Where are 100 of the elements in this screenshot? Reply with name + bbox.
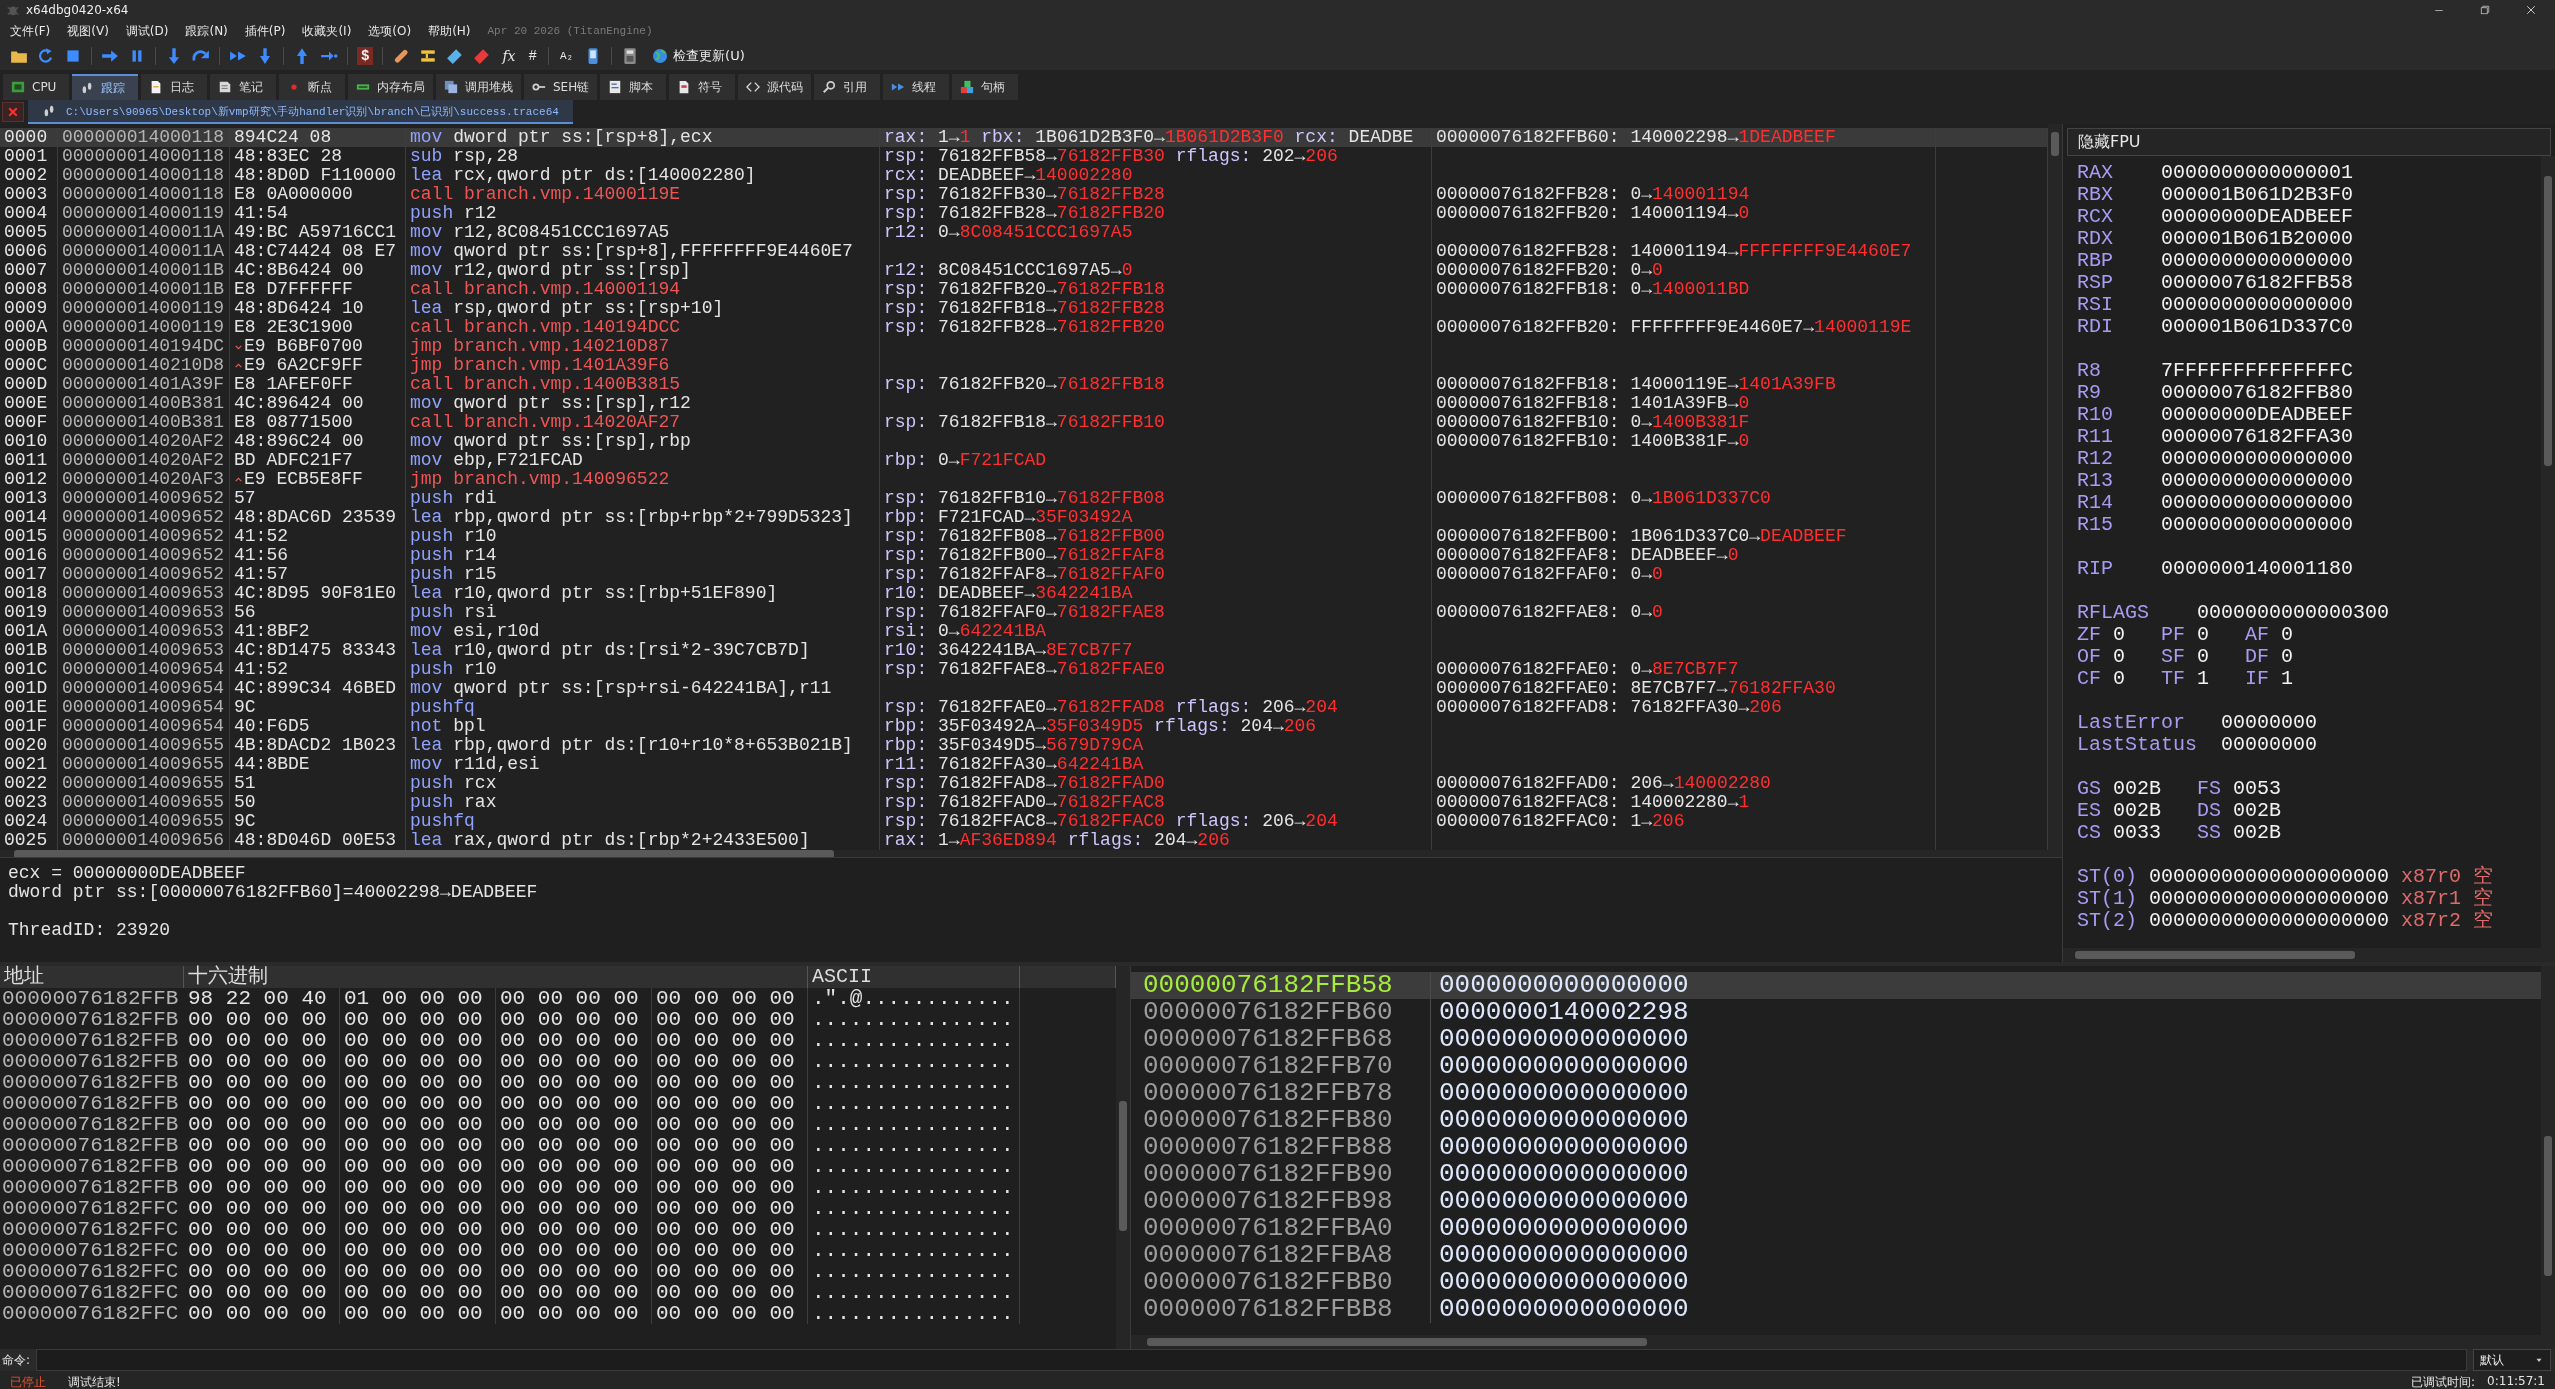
column-header[interactable]: 十六进制 (184, 966, 808, 988)
stack-row[interactable]: 00000076182FFB90 0000000000000000 (1131, 1161, 2541, 1188)
register-value[interactable]: 0 (2113, 668, 2125, 690)
register-value[interactable]: 002B (2233, 822, 2282, 844)
horizontal-scrollbar[interactable] (2063, 948, 2555, 962)
register-value[interactable]: 0000000000000000 (2161, 448, 2354, 470)
check-update-button[interactable]: 检查更新(U) (648, 47, 749, 65)
register-value[interactable]: 002B (2113, 800, 2161, 822)
hash-button[interactable]: # (526, 47, 539, 65)
tab[interactable]: 跟踪 (72, 74, 138, 100)
menu-item[interactable]: 跟踪(N) (185, 22, 228, 40)
register-value[interactable]: 00000000 (2221, 734, 2318, 756)
stack-row[interactable]: 00000076182FFB68 0000000000000000 (1131, 1026, 2541, 1053)
tab[interactable]: 源代码 (738, 74, 812, 100)
register-value[interactable]: 1 (2197, 668, 2209, 690)
stack-row[interactable]: 00000076182FFB70 0000000000000000 (1131, 1053, 2541, 1080)
menu-item[interactable]: 收藏夹(I) (302, 22, 352, 40)
register-value[interactable]: 000001B061B20000 (2161, 228, 2354, 250)
tab[interactable]: 调用堆栈 (436, 74, 521, 100)
stack-row[interactable]: 00000076182FFB98 0000000000000000 (1131, 1188, 2541, 1215)
close-tab-button[interactable] (2, 102, 24, 122)
menu-item[interactable]: 插件(P) (244, 22, 286, 40)
register-value[interactable]: 000001B061D2B3F0 (2161, 184, 2354, 206)
register-value[interactable]: 1 (2281, 668, 2293, 690)
stack-row[interactable]: 00000076182FFBA0 0000000000000000 (1131, 1215, 2541, 1242)
register-value[interactable]: 000001B061D337C0 (2161, 316, 2354, 338)
register-value[interactable]: 00000000000000000000 (2149, 910, 2390, 932)
tab[interactable]: 内存布局 (348, 74, 433, 100)
stack-row[interactable]: 00000076182FFBB0 0000000000000000 (1131, 1269, 2541, 1296)
tab[interactable]: 句柄 (952, 74, 1019, 100)
list-icon[interactable] (419, 47, 438, 65)
register-value[interactable]: 00000000000000000000 (2149, 888, 2390, 910)
tab[interactable]: 符号 (669, 74, 736, 100)
menu-item[interactable]: 文件(F) (10, 22, 51, 40)
menu-item[interactable]: 帮助(H) (428, 22, 471, 40)
mode-dropdown[interactable]: 默认 (2473, 1349, 2551, 1371)
register-value[interactable]: 00000076182FFB58 (2161, 272, 2354, 294)
register-value[interactable]: 0 (2281, 624, 2293, 646)
register-value[interactable]: 0000000000000000 (2161, 250, 2354, 272)
tab[interactable]: 线程 (883, 74, 950, 100)
vertical-scrollbar[interactable] (2048, 124, 2062, 857)
stack-row[interactable]: 00000076182FFBA8 0000000000000000 (1131, 1242, 2541, 1269)
stack-row[interactable]: 00000076182FFB78 0000000000000000 (1131, 1080, 2541, 1107)
stack-row[interactable]: 00000076182FFB58 0000000000000000 (1131, 972, 2541, 999)
register-value[interactable]: 0053 (2233, 778, 2282, 800)
file-tab[interactable]: C:\Users\90965\Desktop\新vmp研究\手动handler识别\branch\已识别\success.trace64 (28, 100, 573, 124)
tab[interactable]: SEH链 (524, 74, 598, 100)
register-value[interactable]: 00000000000000000000 (2149, 866, 2390, 888)
register-value[interactable]: 0 (2113, 624, 2125, 646)
register-value[interactable]: 0000000000000000 (2161, 470, 2354, 492)
horizontal-scrollbar[interactable] (1131, 1335, 2555, 1349)
register-value[interactable]: 0 (2113, 646, 2125, 668)
vertical-scrollbar[interactable] (2541, 156, 2555, 948)
menu-item[interactable]: 调试(D) (125, 22, 169, 40)
stack-row[interactable]: 00000076182FFB88 0000000000000000 (1131, 1134, 2541, 1161)
trace-row[interactable]: 0000 000000014000118 894C24 08 mov dword ptr ss:[rsp+8],ecx rax: 1→1 rbx: 1B061D2B3F0→1B061D2B3F0 rcx: DEADBE 00000076182FFB60: 140002298→1DEADBEEF (0, 128, 2048, 147)
column-header[interactable]: ASCII (808, 966, 1020, 988)
tab[interactable]: 引用 (814, 74, 881, 100)
register-value[interactable]: 0000000000000000 (2161, 294, 2354, 316)
menu-item[interactable]: 视图(V) (67, 22, 109, 40)
tab[interactable]: CPU (3, 74, 69, 100)
stack-row[interactable]: 00000076182FFBB8 0000000000000000 (1131, 1296, 2541, 1323)
register-value[interactable]: 0000000140001180 (2161, 558, 2354, 580)
register-value[interactable]: 0033 (2113, 822, 2161, 844)
command-field[interactable] (36, 1349, 2467, 1371)
stack-row[interactable]: 00000076182FFB60 0000000140002298 (1131, 999, 2541, 1026)
register-value[interactable]: 00000000 (2221, 712, 2318, 734)
register-value[interactable]: 00000076182FFB80 (2161, 382, 2354, 404)
register-value[interactable]: 002B (2113, 778, 2161, 800)
ascii-cell-text: ................ (811, 1092, 1014, 1115)
fx-button[interactable]: fx (500, 47, 518, 65)
restart-icon[interactable] (37, 47, 55, 65)
close-icon[interactable] (2525, 4, 2537, 16)
register-value[interactable]: 0000000000000000 (2161, 514, 2354, 536)
hide-fpu-button[interactable]: 隐藏FPU (2067, 128, 2551, 156)
tab[interactable]: 脚本 (600, 74, 667, 100)
dollar-sign-button[interactable]: $ (357, 47, 374, 65)
restore-icon[interactable] (2479, 4, 2491, 16)
register-value[interactable]: 0000000000000300 (2197, 602, 2390, 624)
tab[interactable]: 日志 (141, 74, 207, 100)
register-value[interactable]: 00000076182FFA30 (2161, 426, 2354, 448)
font-size-button[interactable]: A₂ (557, 47, 576, 65)
stacked-windows-icon (444, 80, 458, 94)
vertical-scrollbar[interactable] (2541, 966, 2555, 1335)
register-value[interactable]: 0000000000000001 (2161, 162, 2354, 184)
register-value[interactable]: 0000000000000000 (2161, 492, 2354, 514)
tab[interactable]: 笔记 (210, 74, 276, 100)
stop-icon[interactable] (64, 47, 82, 65)
register-value[interactable]: 0 (2197, 646, 2209, 668)
stack-row[interactable]: 00000076182FFB80 0000000000000000 (1131, 1107, 2541, 1134)
register-value[interactable]: 002B (2233, 800, 2282, 822)
menu-item[interactable]: 选项(O) (368, 22, 412, 40)
register-value[interactable]: 7FFFFFFFFFFFFFFC (2161, 360, 2354, 382)
register-value[interactable]: 0 (2197, 624, 2209, 646)
vertical-scrollbar[interactable] (1116, 966, 1130, 1349)
register-value[interactable]: 00000000DEADBEEF (2161, 404, 2354, 426)
tab[interactable]: 断点 (279, 74, 345, 100)
register-value[interactable]: 00000000DEADBEEF (2161, 206, 2354, 228)
column-header[interactable]: 地址 (0, 966, 184, 988)
register-value[interactable]: 0 (2281, 646, 2293, 668)
